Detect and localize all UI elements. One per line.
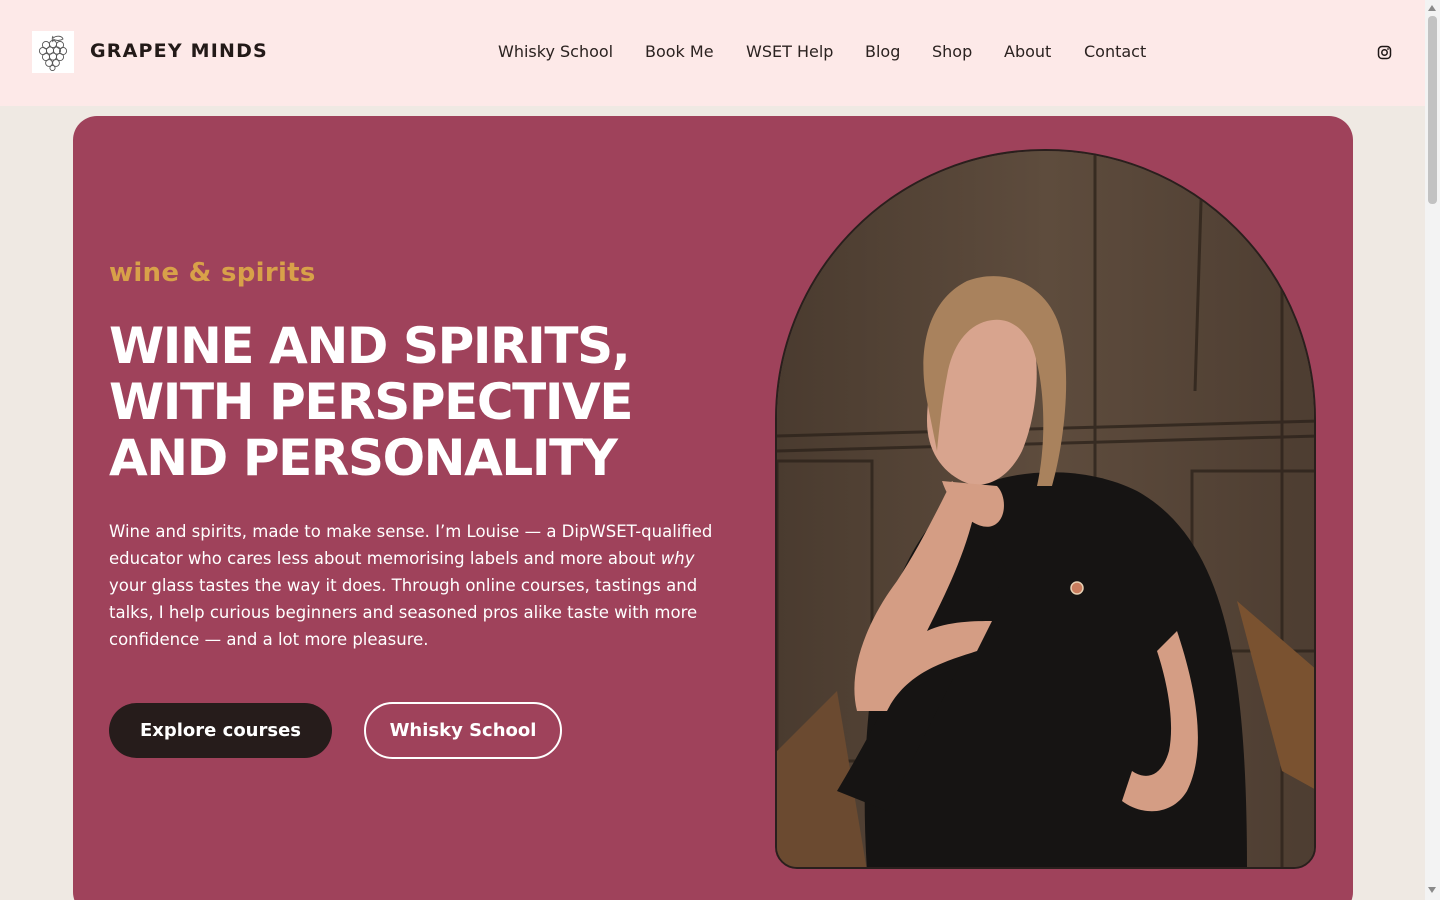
- site-header: GRAPEY MINDS Whisky School Book Me WSET …: [0, 0, 1425, 106]
- instagram-icon[interactable]: [1377, 45, 1392, 60]
- hero-description-part-1: Wine and spirits, made to make sense. I’…: [109, 522, 713, 568]
- nav-item-about[interactable]: About: [1004, 41, 1051, 63]
- whisky-school-button[interactable]: Whisky School: [364, 702, 562, 759]
- scroll-thumb[interactable]: [1428, 16, 1437, 204]
- nav-item-whisky-school[interactable]: Whisky School: [498, 41, 613, 63]
- hero-description: Wine and spirits, made to make sense. I’…: [109, 518, 734, 653]
- nav-item-contact[interactable]: Contact: [1084, 41, 1146, 63]
- scroll-up-arrow-icon[interactable]: [1428, 5, 1436, 11]
- logo[interactable]: [32, 31, 74, 73]
- brand-name[interactable]: GRAPEY MINDS: [90, 40, 268, 62]
- hero-description-part-2: your glass tastes the way it does. Throu…: [109, 576, 698, 649]
- nav-item-wset-help[interactable]: WSET Help: [746, 41, 833, 63]
- nav-item-book-me[interactable]: Book Me: [645, 41, 714, 63]
- portrait-illustration: [777, 151, 1314, 867]
- scroll-down-arrow-icon[interactable]: [1428, 887, 1436, 893]
- explore-courses-button[interactable]: Explore courses: [109, 703, 332, 758]
- page-scrollbar[interactable]: [1425, 0, 1440, 900]
- nav-item-shop[interactable]: Shop: [932, 41, 972, 63]
- hero-headline: WINE AND SPIRITS, WITH PERSPECTIVE AND P…: [109, 317, 633, 487]
- hero-eyebrow: wine & spirits: [109, 258, 316, 288]
- portrait-photo: [775, 149, 1316, 869]
- hero-description-emphasis: why: [660, 549, 695, 568]
- grape-bunch-icon: [38, 35, 68, 71]
- nav-item-blog[interactable]: Blog: [865, 41, 900, 63]
